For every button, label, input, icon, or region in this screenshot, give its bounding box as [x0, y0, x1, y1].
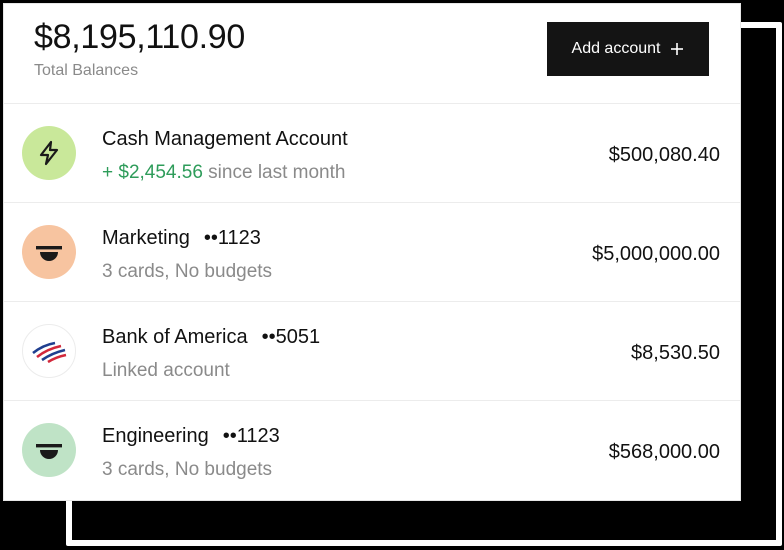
- balances-header: $8,195,110.90 Total Balances Add account: [4, 4, 740, 104]
- account-name: Bank of America ••5051: [102, 326, 320, 349]
- account-subtitle-text: 3 cards, No budgets: [102, 459, 273, 480]
- account-balance: $568,000.00: [608, 441, 720, 463]
- screenshot-stage: $8,195,110.90 Total Balances Add account…: [0, 0, 784, 550]
- account-balance: $5,000,000.00: [592, 243, 720, 265]
- total-balance-label: Total Balances: [34, 62, 139, 79]
- add-account-label: Add account: [571, 40, 661, 57]
- account-balance: $8,530.50: [631, 342, 720, 364]
- account-name: Engineering ••1123: [102, 425, 280, 448]
- account-mask: ••5051: [261, 326, 321, 348]
- account-subtitle: 3 cards, No budgets: [102, 261, 272, 283]
- account-subtitle: Linked account: [102, 360, 230, 382]
- account-mask: ••1123: [222, 425, 280, 447]
- bank-of-america-logo-icon: [32, 341, 67, 363]
- account-avatar: [22, 423, 76, 477]
- add-account-button[interactable]: Add account: [547, 22, 709, 76]
- account-row-engineering[interactable]: Engineering ••1123 3 cards, No budgets $5…: [4, 401, 740, 500]
- account-name-text: Marketing: [102, 227, 190, 249]
- account-name-text: Cash Management Account: [102, 128, 348, 150]
- smiley-icon: [36, 246, 62, 261]
- account-subtitle-text: Linked account: [102, 360, 230, 381]
- account-name-text: Bank of America: [102, 326, 248, 348]
- account-name: Marketing ••1123: [102, 227, 261, 250]
- account-row-bank-of-america[interactable]: Bank of America ••5051 Linked account $8,…: [4, 302, 740, 401]
- account-subtitle-text: since last month: [202, 162, 346, 183]
- lightning-bolt-icon: [39, 140, 59, 166]
- account-name-text: Engineering: [102, 425, 209, 447]
- smiley-icon: [36, 444, 62, 459]
- accounts-panel: $8,195,110.90 Total Balances Add account…: [3, 3, 741, 501]
- total-balance-amount: $8,195,110.90: [34, 18, 246, 56]
- account-avatar: [22, 324, 76, 378]
- account-gain: + $2,454.56: [102, 162, 203, 183]
- account-row-marketing[interactable]: Marketing ••1123 3 cards, No budgets $5,0…: [4, 203, 740, 302]
- account-subtitle: + $2,454.56 since last month: [102, 162, 345, 184]
- account-row-cash-management[interactable]: Cash Management Account + $2,454.56 sinc…: [4, 104, 740, 203]
- account-subtitle: 3 cards, No budgets: [102, 459, 272, 481]
- account-balance: $500,080.40: [608, 144, 720, 166]
- account-avatar: [22, 225, 76, 279]
- account-avatar: [22, 126, 76, 180]
- account-subtitle-text: 3 cards, No budgets: [102, 261, 273, 282]
- plus-icon: [671, 43, 684, 55]
- account-name: Cash Management Account: [102, 128, 348, 151]
- account-mask: ••1123: [203, 227, 261, 249]
